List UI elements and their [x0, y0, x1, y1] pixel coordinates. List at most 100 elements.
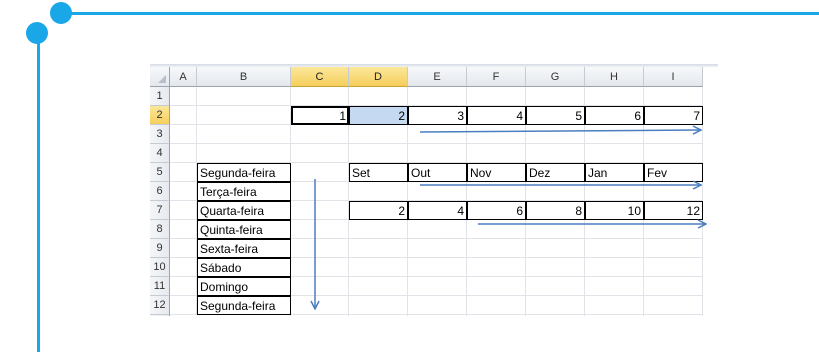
cell-a13[interactable]	[170, 315, 197, 316]
cell-a12[interactable]	[170, 296, 197, 315]
cell-c1[interactable]	[291, 87, 349, 106]
cell-h11[interactable]	[585, 277, 644, 296]
cell-e11[interactable]	[408, 277, 467, 296]
cell-a8[interactable]	[170, 220, 197, 239]
cell-g1[interactable]	[526, 87, 585, 106]
cell-a6[interactable]	[170, 182, 197, 201]
row-header-5[interactable]: 5	[150, 163, 170, 182]
cell-b2[interactable]	[197, 106, 291, 125]
cell-i8[interactable]	[644, 220, 703, 239]
cell-a9[interactable]	[170, 239, 197, 258]
cell-d10[interactable]	[349, 258, 408, 277]
cell-h9[interactable]	[585, 239, 644, 258]
row-header-13[interactable]: 13	[150, 315, 170, 316]
row-header-10[interactable]: 10	[150, 258, 170, 277]
cell-g3[interactable]	[526, 125, 585, 144]
cell-c8[interactable]	[291, 220, 349, 239]
cell-c13[interactable]	[291, 315, 349, 316]
cell-d1[interactable]	[349, 87, 408, 106]
cell-e5[interactable]: Out	[408, 163, 467, 182]
cell-c12[interactable]	[291, 296, 349, 315]
cell-c10[interactable]	[291, 258, 349, 277]
cell-h6[interactable]	[585, 182, 644, 201]
cell-c3[interactable]	[291, 125, 349, 144]
cell-f6[interactable]	[467, 182, 526, 201]
cell-d7[interactable]: 2	[349, 201, 408, 220]
cell-a10[interactable]	[170, 258, 197, 277]
cell-e7[interactable]: 4	[408, 201, 467, 220]
cell-e3[interactable]	[408, 125, 467, 144]
row-header-4[interactable]: 4	[150, 144, 170, 163]
cell-a5[interactable]	[170, 163, 197, 182]
cell-d3[interactable]	[349, 125, 408, 144]
column-header-b[interactable]: B	[197, 67, 291, 87]
cell-f9[interactable]	[467, 239, 526, 258]
cell-g13[interactable]	[526, 315, 585, 316]
row-header-12[interactable]: 12	[150, 296, 170, 315]
row-header-1[interactable]: 1	[150, 87, 170, 106]
cell-f3[interactable]	[467, 125, 526, 144]
cell-g2[interactable]: 5	[526, 106, 585, 125]
cell-d11[interactable]	[349, 277, 408, 296]
cell-c7[interactable]	[291, 201, 349, 220]
cell-c6[interactable]	[291, 182, 349, 201]
cell-b4[interactable]	[197, 144, 291, 163]
cell-h4[interactable]	[585, 144, 644, 163]
cell-h8[interactable]	[585, 220, 644, 239]
cell-f5[interactable]: Nov	[467, 163, 526, 182]
cell-a11[interactable]	[170, 277, 197, 296]
cell-e6[interactable]	[408, 182, 467, 201]
cell-i12[interactable]	[644, 296, 703, 315]
cell-e2[interactable]: 3	[408, 106, 467, 125]
cell-h3[interactable]	[585, 125, 644, 144]
cell-d5[interactable]: Set	[349, 163, 408, 182]
cell-a4[interactable]	[170, 144, 197, 163]
cell-f2[interactable]: 4	[467, 106, 526, 125]
column-header-e[interactable]: E	[408, 67, 467, 87]
cell-b10[interactable]: Sábado	[197, 258, 291, 277]
row-header-3[interactable]: 3	[150, 125, 170, 144]
cell-g9[interactable]	[526, 239, 585, 258]
column-header-g[interactable]: G	[526, 67, 585, 87]
cell-e4[interactable]	[408, 144, 467, 163]
cell-b9[interactable]: Sexta-feira	[197, 239, 291, 258]
cell-b13[interactable]	[197, 315, 291, 316]
cell-f12[interactable]	[467, 296, 526, 315]
cell-c9[interactable]	[291, 239, 349, 258]
cell-d9[interactable]	[349, 239, 408, 258]
column-header-a[interactable]: A	[170, 67, 197, 87]
cell-e13[interactable]	[408, 315, 467, 316]
cell-i2[interactable]: 7	[644, 106, 703, 125]
column-header-i[interactable]: I	[644, 67, 703, 87]
cell-d2[interactable]: 2	[349, 106, 408, 125]
cell-f7[interactable]: 6	[467, 201, 526, 220]
cell-e1[interactable]	[408, 87, 467, 106]
cell-f8[interactable]	[467, 220, 526, 239]
cell-a2[interactable]	[170, 106, 197, 125]
cell-h2[interactable]: 6	[585, 106, 644, 125]
cell-d13[interactable]	[349, 315, 408, 316]
cell-i11[interactable]	[644, 277, 703, 296]
cell-b5[interactable]: Segunda-feira	[197, 163, 291, 182]
row-header-9[interactable]: 9	[150, 239, 170, 258]
cell-h5[interactable]: Jan	[585, 163, 644, 182]
cell-b6[interactable]: Terça-feira	[197, 182, 291, 201]
cell-f13[interactable]	[467, 315, 526, 316]
cell-b8[interactable]: Quinta-feira	[197, 220, 291, 239]
cell-i5[interactable]: Fev	[644, 163, 703, 182]
cell-b12[interactable]: Segunda-feira	[197, 296, 291, 315]
cell-i9[interactable]	[644, 239, 703, 258]
cell-e9[interactable]	[408, 239, 467, 258]
cell-i10[interactable]	[644, 258, 703, 277]
cell-h13[interactable]	[585, 315, 644, 316]
cell-i7[interactable]: 12	[644, 201, 703, 220]
select-all-corner[interactable]	[150, 67, 170, 87]
row-header-7[interactable]: 7	[150, 201, 170, 220]
cell-i6[interactable]	[644, 182, 703, 201]
row-header-11[interactable]: 11	[150, 277, 170, 296]
cell-i4[interactable]	[644, 144, 703, 163]
row-header-2[interactable]: 2	[150, 106, 170, 125]
cell-c11[interactable]	[291, 277, 349, 296]
cell-g7[interactable]: 8	[526, 201, 585, 220]
cell-g4[interactable]	[526, 144, 585, 163]
